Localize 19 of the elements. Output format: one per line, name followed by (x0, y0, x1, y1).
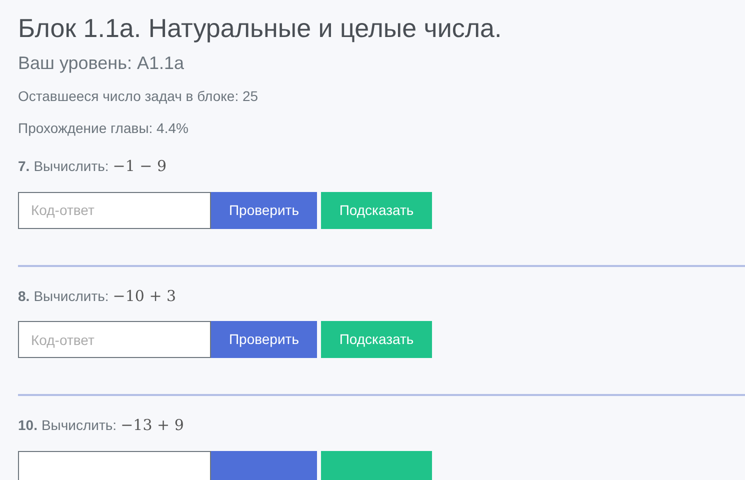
problem-number: 10. (18, 416, 38, 435)
check-button[interactable]: Проверить (211, 192, 317, 228)
problem-number: 8. (18, 286, 30, 306)
hint-button[interactable] (321, 450, 432, 480)
answer-field[interactable]: Код-ответ (18, 192, 211, 228)
math-expression: −10 + 3 (112, 286, 176, 306)
remaining-count: Оставшееся число задач в блоке: 25 (18, 88, 258, 104)
math-expression: −13 + 9 (120, 415, 184, 436)
problem-prompt: Вычислить: (34, 157, 109, 176)
answer-field[interactable] (18, 450, 211, 480)
answer-field[interactable]: Код-ответ (18, 321, 211, 358)
check-button[interactable]: Проверить (211, 321, 317, 358)
check-button[interactable] (211, 450, 317, 480)
problem-number: 7. (18, 157, 30, 176)
page-title: Блок 1.1а. Натуральные и целые числа. (18, 12, 502, 45)
math-expression: −1 − 9 (112, 156, 167, 177)
user-level: Ваш уровень: A1.1a (18, 53, 184, 73)
problem-prompt: Вычислить: (34, 286, 109, 306)
problem-prompt: Вычислить: (41, 416, 117, 435)
